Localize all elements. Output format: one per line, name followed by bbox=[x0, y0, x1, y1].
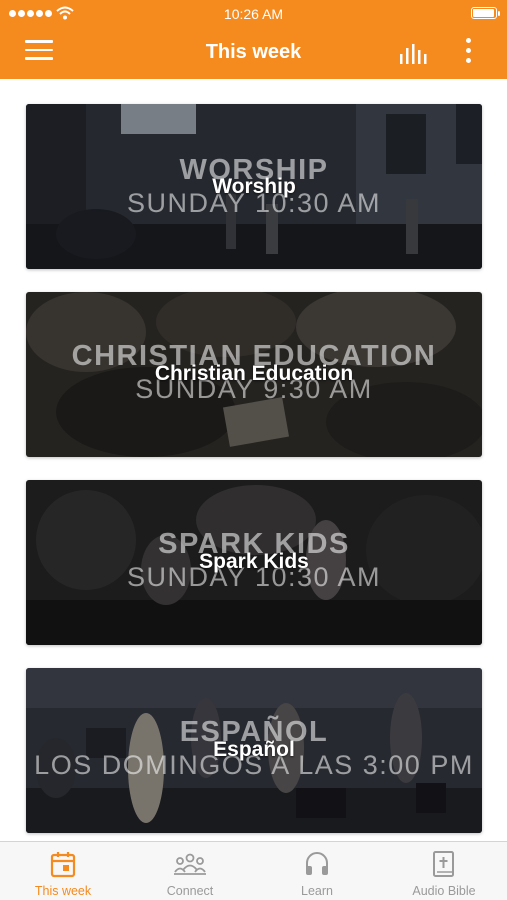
people-group-icon bbox=[174, 853, 206, 875]
app-screen: 10:26 AM This week WORSHIP SUNDAY 10:30 … bbox=[0, 0, 507, 900]
headphones-icon bbox=[306, 852, 328, 875]
card-label: Worship bbox=[212, 175, 296, 198]
card-label: Christian Education bbox=[154, 362, 354, 385]
bar-chart-icon[interactable] bbox=[398, 40, 430, 66]
calendar-icon bbox=[50, 852, 76, 878]
card-christian-education[interactable]: CHRISTIAN EDUCATION SUNDAY 9:30 AM Chris… bbox=[26, 292, 482, 457]
tab-bar: This week Connect Learn Audio Bible bbox=[0, 841, 507, 900]
status-time: 10:26 AM bbox=[223, 6, 284, 22]
top-bar: 10:26 AM This week bbox=[0, 0, 507, 79]
tab-learn[interactable]: Learn bbox=[254, 842, 380, 900]
card-espanol[interactable]: ESPAÑOL LOS DOMINGOS A LAS 3:00 PM Españ… bbox=[26, 668, 482, 833]
tab-audio-bible[interactable]: Audio Bible bbox=[381, 842, 507, 900]
tab-label: Connect bbox=[166, 884, 214, 898]
content-list: WORSHIP SUNDAY 10:30 AM Worship CHRISTIA… bbox=[0, 79, 507, 841]
tab-connect[interactable]: Connect bbox=[127, 842, 253, 900]
card-label: Spark Kids bbox=[199, 550, 309, 573]
battery-icon bbox=[471, 7, 500, 19]
tab-label: This week bbox=[34, 884, 92, 898]
tab-this-week[interactable]: This week bbox=[0, 842, 126, 900]
nav-bar: This week bbox=[0, 28, 507, 79]
status-bar: 10:26 AM bbox=[0, 0, 507, 28]
tab-label: Learn bbox=[301, 884, 333, 898]
tab-label: Audio Bible bbox=[412, 884, 476, 898]
card-worship[interactable]: WORSHIP SUNDAY 10:30 AM Worship bbox=[26, 104, 482, 269]
card-spark-kids[interactable]: SPARK KIDS SUNDAY 10:30 AM Spark Kids bbox=[26, 480, 482, 645]
page-title: This week bbox=[205, 41, 302, 63]
more-vertical-icon[interactable] bbox=[458, 38, 478, 68]
card-label: Español bbox=[213, 738, 295, 761]
bible-book-icon bbox=[433, 851, 454, 877]
